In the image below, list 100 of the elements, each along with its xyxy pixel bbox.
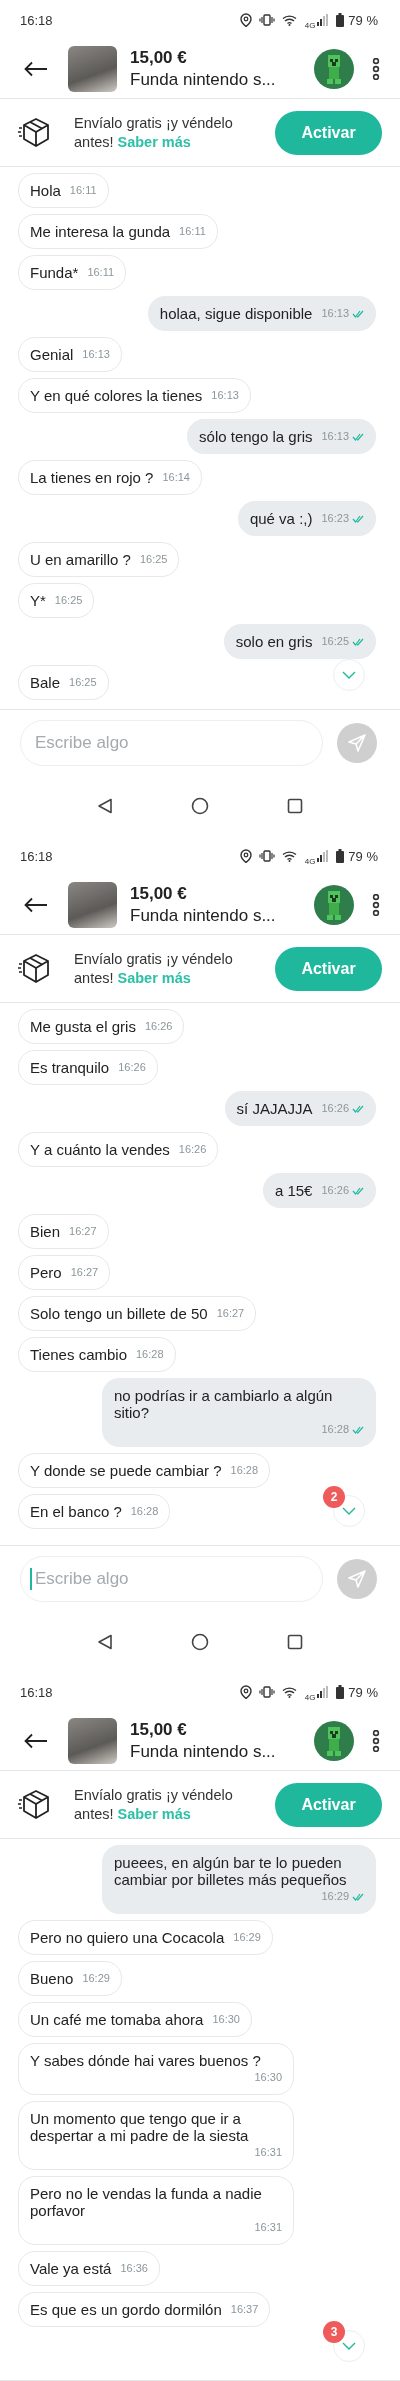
unread-count-badge: 3: [323, 2321, 345, 2343]
message-text: Es que es un gordo dormilón: [30, 2301, 222, 2318]
signal-icon: [317, 1686, 330, 1698]
message-time: 16:25: [139, 552, 168, 567]
network-type: 4G: [304, 20, 316, 30]
message-text: qué va :,): [249, 510, 313, 527]
message-time: 16:26: [178, 1142, 207, 1157]
avatar-drawing[interactable]: [314, 885, 354, 925]
message-time: 16:27: [69, 1224, 97, 1239]
message-time: 16:27: [70, 1265, 99, 1280]
message-text: Un momento que tengo que ir a despertar a mi padre de la siesta: [30, 2110, 250, 2144]
message-time: 16:26: [118, 1060, 146, 1075]
message-time: 16:25: [54, 593, 83, 608]
activate-button[interactable]: Activar: [275, 946, 382, 991]
send-icon: [347, 1569, 367, 1589]
back-nav-icon[interactable]: [97, 798, 113, 814]
message-text: sí JAJAJJA: [236, 1100, 313, 1117]
message-text: En el banco ?: [30, 1503, 122, 1520]
avatar-drawing[interactable]: [314, 1721, 354, 1761]
product-title[interactable]: Funda nintendo s...: [130, 905, 314, 927]
network-type: 4G: [304, 856, 316, 866]
status-time: 16:18: [20, 1684, 53, 1700]
message-text: La tienes en rojo ?: [30, 469, 154, 486]
send-icon: [347, 733, 367, 753]
message-text: Un café me tomaba ahora: [30, 2011, 204, 2028]
message-time: 16:23: [321, 511, 349, 526]
message-text: holaa, sigue disponible: [159, 305, 313, 322]
product-photo[interactable]: [68, 46, 117, 92]
message-input[interactable]: Escribe algo: [20, 720, 323, 766]
message-text: Y a cuánto la vendes: [30, 1141, 170, 1158]
location-icon: [239, 13, 252, 27]
avatar-drawing[interactable]: [314, 49, 354, 89]
activate-button[interactable]: Activar: [275, 1782, 382, 1827]
message-text: Solo tengo un billete de 50: [30, 1305, 208, 1322]
message-text: Pero no quiero una Cocacola: [30, 1929, 225, 1946]
chevron-down-icon: [342, 1507, 356, 1515]
message-text: Hola: [30, 182, 61, 199]
recents-nav-icon[interactable]: [287, 1634, 303, 1650]
network-type: 4G: [304, 1692, 316, 1702]
message-text: Tienes cambio: [30, 1346, 127, 1363]
message-time: 16:28: [136, 1347, 164, 1362]
location-icon: [239, 849, 252, 863]
message-text: Y*: [30, 592, 46, 609]
vibrate-icon: [258, 850, 275, 862]
product-photo[interactable]: [68, 882, 117, 928]
battery-level: 79 %: [348, 12, 378, 28]
back-nav-icon[interactable]: [97, 1634, 113, 1650]
home-nav-icon[interactable]: [191, 1633, 209, 1651]
home-nav-icon[interactable]: [191, 797, 209, 815]
recents-nav-icon[interactable]: [287, 798, 303, 814]
back-arrow-icon[interactable]: [24, 897, 48, 913]
message-text: Y donde se puede cambiar ?: [30, 1462, 222, 1479]
wifi-icon: [281, 14, 298, 26]
battery-level: 79 %: [348, 848, 378, 864]
learn-more-link[interactable]: Saber más: [117, 133, 191, 150]
product-price: 15,00 €: [130, 1719, 188, 1741]
battery-icon: [336, 849, 345, 863]
back-arrow-icon[interactable]: [24, 61, 48, 77]
status-time: 16:18: [20, 848, 53, 864]
learn-more-link[interactable]: Saber más: [117, 969, 191, 986]
product-title[interactable]: Funda nintendo s...: [130, 1741, 314, 1763]
message-time: 16:11: [179, 224, 206, 239]
message-time: 16:30: [254, 2070, 282, 2085]
learn-more-link[interactable]: Saber más: [117, 1805, 191, 1822]
message-time: 16:25: [69, 675, 97, 690]
message-time: 16:11: [87, 265, 115, 280]
battery-icon: [336, 1685, 345, 1699]
message-text: sólo tengo la gris: [199, 428, 313, 445]
more-options-icon[interactable]: [372, 1730, 380, 1752]
message-time: 16:29: [321, 1889, 349, 1904]
message-time: 16:26: [144, 1019, 173, 1034]
message-text: U en amarillo ?: [30, 551, 131, 568]
activate-button[interactable]: Activar: [275, 110, 382, 155]
back-arrow-icon[interactable]: [24, 1733, 48, 1749]
message-text: Bien: [30, 1223, 61, 1240]
message-text: Vale ya está: [30, 2260, 112, 2277]
message-input[interactable]: Escribe algo: [20, 1556, 323, 1602]
message-time: 16:37: [230, 2302, 259, 2317]
message-time: 16:31: [254, 2145, 282, 2160]
message-time: 16:31: [254, 2220, 282, 2235]
message-text: solo en gris: [235, 633, 313, 650]
product-photo[interactable]: [68, 1718, 117, 1764]
wifi-icon: [281, 850, 298, 862]
message-time: 16:29: [233, 1930, 261, 1945]
message-time: 16:36: [120, 2261, 148, 2276]
vibrate-icon: [258, 1686, 275, 1698]
message-time: 16:28: [130, 1504, 159, 1519]
chevron-down-icon: [342, 2342, 356, 2350]
message-text: Funda*: [30, 264, 79, 281]
message-time: 16:11: [69, 183, 97, 198]
message-time: 16:13: [82, 347, 110, 362]
message-text: Me interesa la gunda: [30, 223, 171, 240]
message-text: no podrías ir a cambiarlo a algún sitio?: [114, 1387, 334, 1421]
message-time: 16:30: [212, 2012, 240, 2027]
message-time: 16:14: [162, 470, 190, 485]
location-icon: [239, 1685, 252, 1699]
more-options-icon[interactable]: [372, 58, 380, 80]
product-title[interactable]: Funda nintendo s...: [130, 69, 314, 91]
message-text: Genial: [30, 346, 74, 363]
more-options-icon[interactable]: [372, 894, 380, 916]
